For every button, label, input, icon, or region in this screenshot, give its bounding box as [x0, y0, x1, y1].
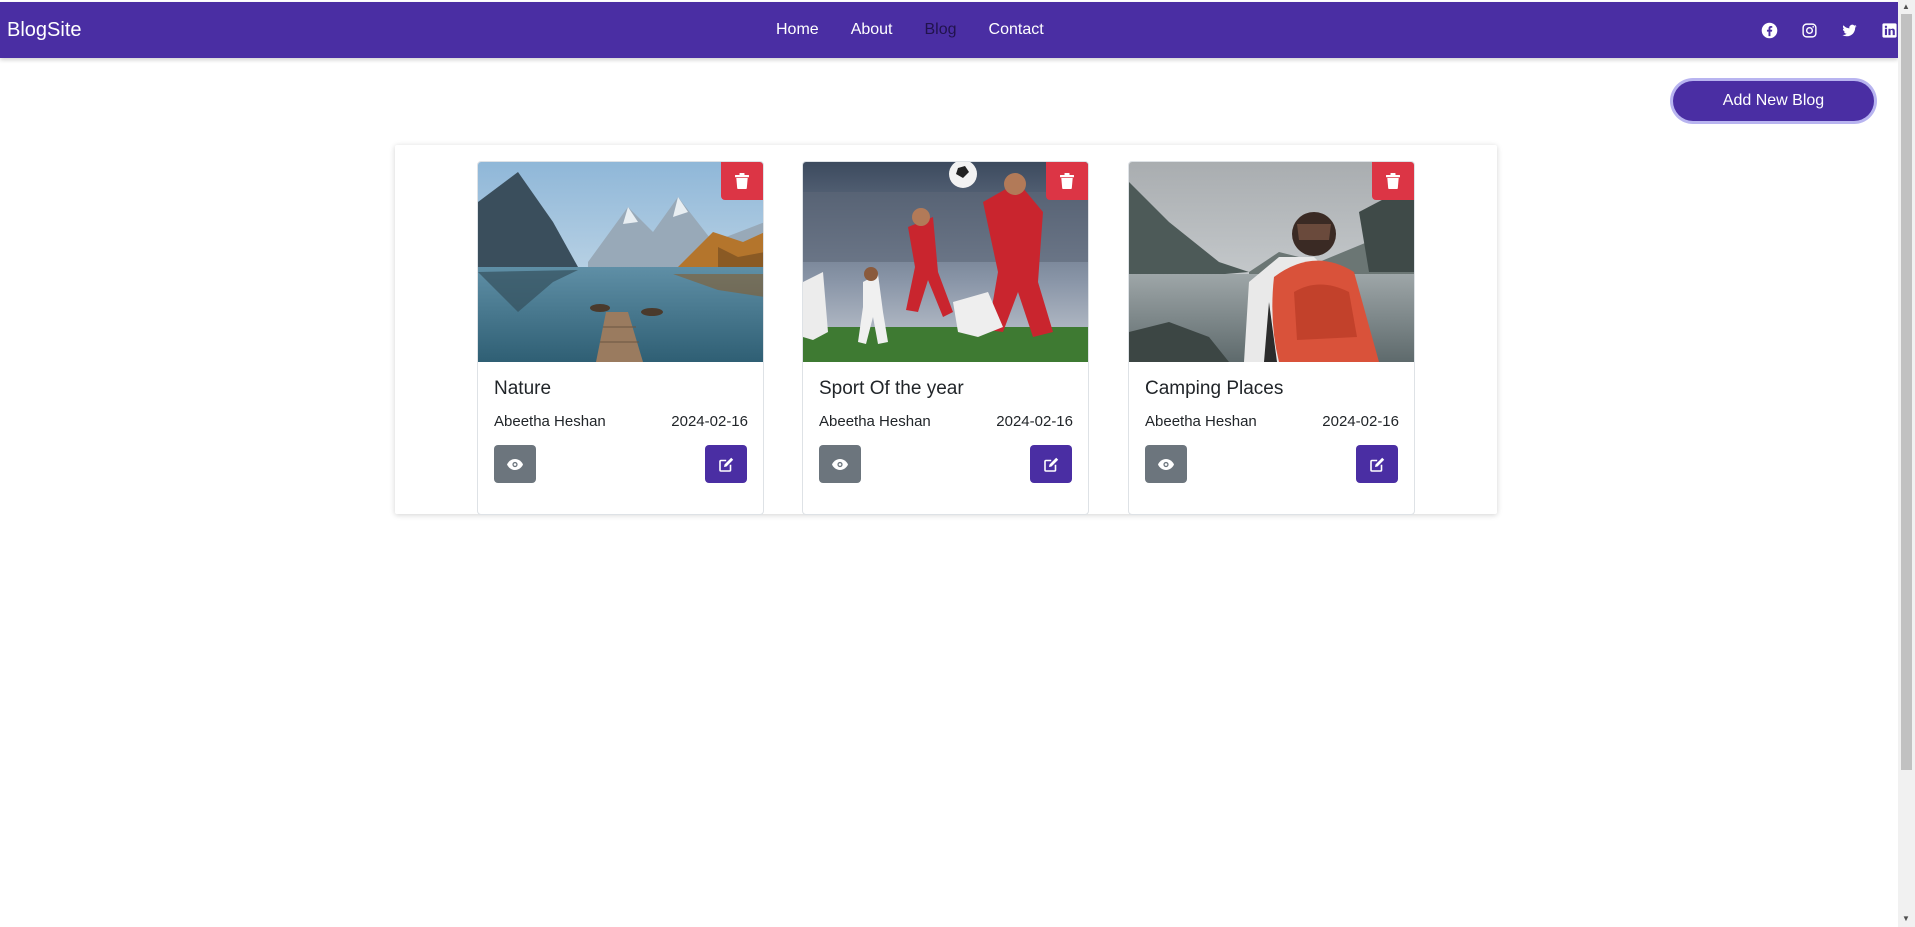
blog-author: Abeetha Heshan [819, 413, 931, 430]
blog-card: Nature Abeetha Heshan 2024-02-16 [477, 161, 764, 515]
edit-button[interactable] [1356, 445, 1398, 483]
nav-blog-link[interactable]: Blog [925, 21, 957, 39]
blog-card: Camping Places Abeetha Heshan 2024-02-16 [1128, 161, 1415, 515]
nav-links: Home About Blog Contact [776, 2, 1076, 58]
blog-title: Camping Places [1145, 378, 1284, 399]
scroll-down-icon[interactable]: ▼ [1902, 914, 1910, 924]
facebook-icon[interactable] [1760, 21, 1778, 39]
eye-icon [832, 458, 848, 470]
edit-icon [1369, 457, 1384, 472]
navbar: BlogSite Home About Blog Contact [0, 2, 1898, 58]
blog-title: Sport Of the year [819, 378, 964, 399]
blog-title: Nature [494, 378, 552, 399]
nav-home-link[interactable]: Home [776, 21, 819, 39]
eye-icon [1158, 458, 1174, 470]
blog-list: Nature Abeetha Heshan 2024-02-16 Sport O… [395, 145, 1497, 515]
blog-card: Sport Of the year Abeetha Heshan 2024-02… [802, 161, 1089, 515]
blog-author: Abeetha Heshan [1145, 413, 1257, 430]
eye-icon [507, 458, 523, 470]
trash-icon [735, 173, 749, 189]
scrollbar-thumb[interactable] [1901, 14, 1912, 770]
trash-icon [1060, 173, 1074, 189]
nav-contact-link[interactable]: Contact [989, 21, 1044, 39]
instagram-icon[interactable] [1800, 21, 1818, 39]
edit-icon [718, 457, 733, 472]
delete-button[interactable] [1046, 162, 1088, 200]
blog-date: 2024-02-16 [996, 413, 1073, 430]
view-button[interactable] [494, 445, 536, 483]
blog-date: 2024-02-16 [1322, 413, 1399, 430]
delete-button[interactable] [721, 162, 763, 200]
blog-date: 2024-02-16 [671, 413, 748, 430]
add-new-blog-button[interactable]: Add New Blog [1673, 81, 1874, 121]
nav-about-link[interactable]: About [851, 21, 893, 39]
twitter-icon[interactable] [1840, 21, 1858, 39]
blog-author: Abeetha Heshan [494, 413, 606, 430]
linkedin-icon[interactable] [1880, 21, 1898, 39]
edit-button[interactable] [705, 445, 747, 483]
view-button[interactable] [819, 445, 861, 483]
brand-logo[interactable]: BlogSite [7, 2, 82, 58]
vertical-scrollbar[interactable]: ▲ ▼ [1898, 0, 1915, 927]
edit-button[interactable] [1030, 445, 1072, 483]
view-button[interactable] [1145, 445, 1187, 483]
social-links [1738, 2, 1898, 58]
edit-icon [1043, 457, 1058, 472]
trash-icon [1386, 173, 1400, 189]
delete-button[interactable] [1372, 162, 1414, 200]
scroll-up-icon[interactable]: ▲ [1902, 2, 1910, 12]
